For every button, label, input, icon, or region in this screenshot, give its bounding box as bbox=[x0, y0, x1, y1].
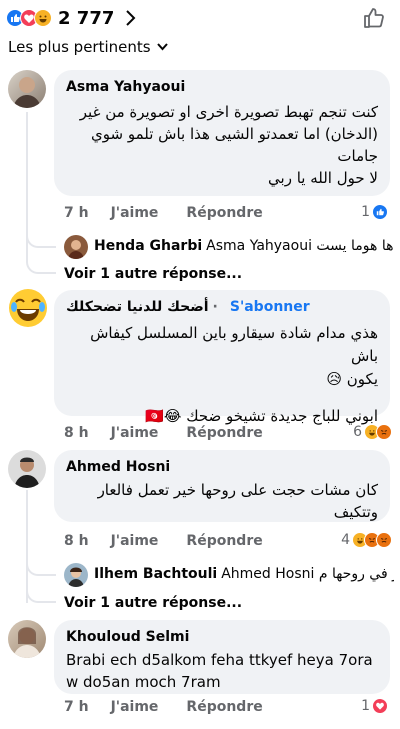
like-outline-icon[interactable] bbox=[362, 6, 386, 30]
comment-line: جامات bbox=[337, 147, 378, 165]
thread-connector bbox=[26, 228, 56, 248]
comment-line: يكون 😥 bbox=[326, 370, 378, 388]
separator: · bbox=[212, 299, 218, 315]
comment-author[interactable]: أضحك للدنيا تضحكلك bbox=[66, 298, 209, 316]
comment-author[interactable]: Asma Yahyaoui bbox=[66, 78, 378, 96]
reaction-count: 4 bbox=[341, 532, 350, 548]
sort-dropdown[interactable]: Les plus pertinents bbox=[8, 38, 168, 56]
comment-text: كنت تنجم تهبط تصويرة اخرى او تصويرة من غ… bbox=[66, 101, 378, 189]
comment-line: كان مشات حجت على روحها خير تعمل فالعار bbox=[97, 481, 378, 499]
chevron-down-icon bbox=[156, 43, 168, 51]
reaction-count: 1 bbox=[361, 204, 370, 220]
comment-text: كان مشات حجت على روحها خير تعمل فالعار و… bbox=[66, 479, 378, 523]
reaction-count: 2 777 bbox=[58, 7, 115, 29]
reply-preview[interactable]: Henda Gharbi Asma Yahyaoui معناها هوما ي… bbox=[94, 238, 394, 254]
reply-button[interactable]: Répondre bbox=[186, 699, 262, 715]
comment-line: Brabi ech d5alkom feha ttkyef heya 7ora bbox=[66, 651, 373, 669]
comment-actions: 8 h J'aime Répondre bbox=[64, 425, 263, 441]
comment-actions: 7 h J'aime Répondre bbox=[64, 205, 263, 221]
reactions-bar: 2 777 bbox=[0, 0, 400, 38]
angry-reaction-icon bbox=[376, 424, 392, 440]
avatar[interactable] bbox=[64, 563, 88, 587]
like-reaction-icon bbox=[372, 204, 388, 220]
reply-text: Ahmed Hosni تضر في روحها م... bbox=[221, 566, 394, 582]
avatar[interactable] bbox=[8, 450, 46, 488]
love-reaction-icon bbox=[372, 698, 388, 714]
comment-time[interactable]: 8 h bbox=[64, 425, 89, 441]
comment-time[interactable]: 7 h bbox=[64, 699, 89, 715]
reply-text: Asma Yahyaoui معناها هوما يست... bbox=[206, 238, 394, 254]
comment-reactions[interactable]: 1 bbox=[361, 204, 388, 220]
view-more-replies[interactable]: Voir 1 autre réponse... bbox=[64, 266, 242, 282]
like-button[interactable]: J'aime bbox=[111, 205, 159, 221]
comment-author[interactable]: Khouloud Selmi bbox=[66, 628, 378, 646]
subscribe-link[interactable]: S'abonner bbox=[230, 298, 310, 316]
reply-button[interactable]: Répondre bbox=[186, 425, 262, 441]
reactions-summary[interactable]: 2 777 bbox=[6, 6, 136, 30]
like-button[interactable]: J'aime bbox=[111, 699, 159, 715]
thread-connector bbox=[26, 578, 56, 603]
reply-author: Henda Gharbi bbox=[94, 238, 203, 254]
comment-bubble: Khouloud Selmi Brabi ech d5alkom feha tt… bbox=[54, 620, 390, 694]
chevron-right-icon bbox=[126, 10, 136, 26]
comment-reactions[interactable]: 4 bbox=[341, 532, 392, 548]
reply-button[interactable]: Répondre bbox=[186, 205, 262, 221]
sort-label: Les plus pertinents bbox=[8, 38, 151, 56]
comment-line: لا حول الله يا ربي bbox=[268, 169, 378, 187]
reaction-count: 6 bbox=[353, 424, 362, 440]
comment-text: هذي مدام شادة سيقارو باين المسلسل كيفاش … bbox=[66, 322, 378, 428]
comment-bubble: Asma Yahyaoui كنت تنجم تهبط تصويرة اخرى … bbox=[54, 70, 390, 196]
thread-connector bbox=[26, 250, 56, 274]
comment-line bbox=[66, 391, 378, 405]
thread-connector bbox=[26, 556, 56, 576]
avatar[interactable] bbox=[8, 620, 46, 658]
view-more-replies[interactable]: Voir 1 autre réponse... bbox=[64, 595, 242, 611]
reply-button[interactable]: Répondre bbox=[186, 533, 262, 549]
angry-reaction-icon bbox=[376, 532, 392, 548]
comment-line: w do5an moch 7ram bbox=[66, 673, 221, 691]
comment-line: كنت تنجم تهبط تصويرة اخرى او تصويرة من غ… bbox=[79, 103, 378, 121]
haha-reaction-icon bbox=[34, 9, 52, 27]
comment-line: هذي مدام شادة سيقارو باين المسلسل كيفاش … bbox=[90, 324, 378, 365]
reply-author: Ilhem Bachtouli bbox=[94, 566, 218, 582]
avatar[interactable] bbox=[8, 70, 46, 108]
like-button[interactable]: J'aime bbox=[111, 533, 159, 549]
comment-actions: 7 h J'aime Répondre bbox=[64, 699, 263, 715]
avatar[interactable] bbox=[8, 288, 48, 328]
comment-line: (الدخان) اما تعمدتو الشيى هذا باش تلمو ش… bbox=[91, 125, 378, 143]
comment-bubble: S'abonner · أضحك للدنيا تضحكلك هذي مدام … bbox=[54, 290, 390, 425]
reaction-count: 1 bbox=[361, 698, 370, 714]
reply-preview[interactable]: Ilhem Bachtouli Ahmed Hosni تضر في روحها… bbox=[94, 566, 394, 582]
comment-actions: 8 h J'aime Répondre bbox=[64, 533, 263, 549]
comment-author[interactable]: Ahmed Hosni bbox=[66, 458, 378, 476]
comment-bubble: Ahmed Hosni كان مشات حجت على روحها خير ت… bbox=[54, 450, 390, 522]
like-button[interactable]: J'aime bbox=[111, 425, 159, 441]
comment-reactions[interactable]: 1 bbox=[361, 698, 388, 714]
comment-time[interactable]: 7 h bbox=[64, 205, 89, 221]
comment-time[interactable]: 8 h bbox=[64, 533, 89, 549]
comment-header: S'abonner · أضحك للدنيا تضحكلك bbox=[66, 298, 378, 316]
avatar[interactable] bbox=[64, 235, 88, 259]
comment-text: Brabi ech d5alkom feha ttkyef heya 7ora … bbox=[66, 649, 378, 693]
comment-reactions[interactable]: 6 bbox=[353, 424, 392, 440]
comment-line: وتتكيف bbox=[333, 503, 378, 521]
